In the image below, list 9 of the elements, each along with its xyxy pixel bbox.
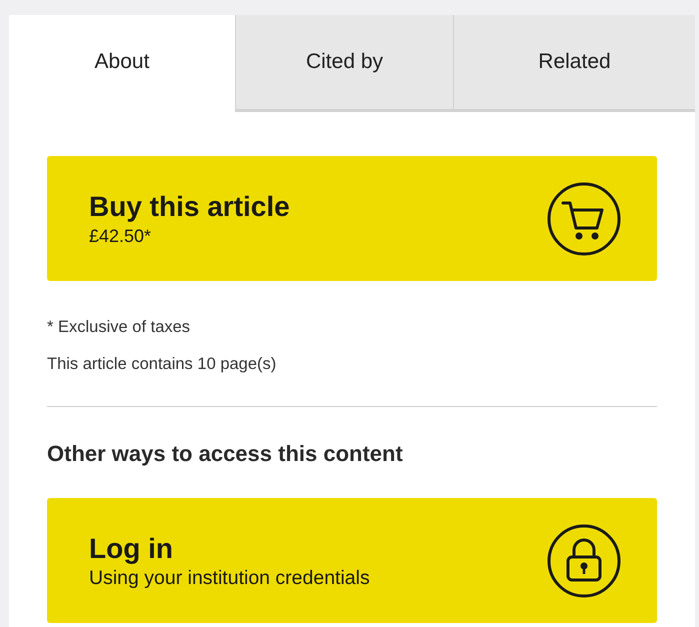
- buy-article-link[interactable]: Buy this article £42.50*: [47, 156, 657, 281]
- section-heading: Other ways to access this content: [47, 440, 404, 468]
- tab[interactable]: Cited by: [235, 15, 453, 112]
- shopping-cart-icon: [547, 182, 621, 256]
- tab[interactable]: Related: [453, 15, 695, 112]
- note-text: * Exclusive of taxes: [47, 317, 192, 338]
- note-text: This article contains 10 page(s): [47, 354, 278, 375]
- padlock-icon: [547, 524, 621, 598]
- login-link[interactable]: Log in Using your institution credentials: [47, 498, 657, 623]
